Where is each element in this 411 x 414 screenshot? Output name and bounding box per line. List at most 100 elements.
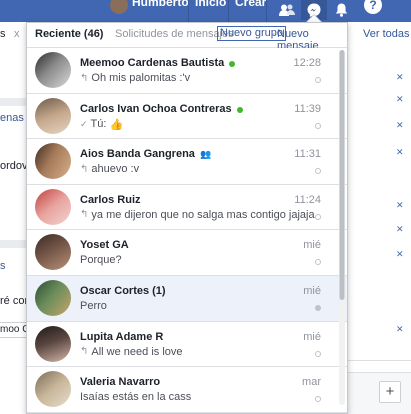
new-chat-button[interactable]: +: [379, 381, 401, 403]
contact-name: Valeria Navarro: [80, 376, 161, 389]
close-icon[interactable]: ✕: [396, 224, 404, 235]
mark-read-icon[interactable]: [315, 168, 321, 175]
message-time: mié: [303, 330, 321, 343]
message-time: 11:39: [294, 102, 321, 115]
nav-divider: [266, 0, 267, 22]
tab-message-requests[interactable]: Solicitudes de mensajes: [115, 28, 234, 40]
dropdown-caret-inner: [307, 15, 321, 22]
see-all-link[interactable]: Ver todas: [363, 28, 409, 40]
reply-arrow-icon: ↰: [80, 209, 89, 221]
message-time: mar: [302, 376, 321, 389]
contact-name: Carlos Ruiz: [80, 193, 141, 206]
mark-read-icon[interactable]: [315, 304, 321, 311]
close-icon[interactable]: ✕: [396, 249, 404, 260]
contact-name: Carlos Ivan Ochoa Contreras: [80, 102, 232, 115]
avatar: [35, 279, 71, 316]
reply-arrow-icon: ↰: [80, 72, 89, 84]
conversation-row[interactable]: Yoset GA Porque? mié: [27, 230, 347, 276]
conversation-row[interactable]: Oscar Cortes (1) Perro mié: [27, 275, 347, 322]
online-status-icon: [229, 61, 235, 67]
reply-arrow-icon: ↰: [80, 163, 89, 175]
mark-read-icon[interactable]: [315, 213, 321, 220]
snippet-text: Perro: [80, 299, 107, 312]
snippet-text: ya me dijeron que no salga mas contigo j…: [91, 208, 315, 221]
close-icon[interactable]: ✕: [396, 147, 404, 158]
message-snippet: ✓ Tú: 👍: [80, 118, 123, 131]
message-snippet: Perro: [80, 300, 107, 312]
message-time: mié: [303, 239, 321, 252]
help-icon[interactable]: ?: [364, 0, 382, 14]
snippet-text: All we need is love: [91, 345, 183, 358]
left-fragment: s: [0, 28, 6, 40]
mark-read-icon[interactable]: [315, 77, 321, 83]
left-column: s x enas ordova s ré con moo Ca: [0, 22, 34, 414]
close-icon[interactable]: ✕: [396, 72, 404, 83]
divider: [0, 240, 28, 248]
left-fragment[interactable]: enas: [0, 112, 24, 124]
snippet-text: ahuevo :v: [91, 163, 140, 176]
conversation-row[interactable]: Aios Banda Gangrena 👥 ↰ ahuevo :v 11:31: [27, 139, 347, 185]
nav-home[interactable]: Inicio: [195, 0, 226, 9]
message-snippet: ↰ ya me dijeron que no salga mas contigo …: [80, 209, 315, 221]
profile-link[interactable]: [110, 0, 128, 14]
contact-name: Aios Banda Gangrena: [80, 148, 195, 161]
left-fragment[interactable]: s: [0, 260, 6, 272]
tab-recent[interactable]: Reciente (46): [35, 28, 103, 40]
close-icon[interactable]: x: [14, 28, 20, 40]
message-time: 12:28: [293, 57, 321, 69]
messages-dropdown: Reciente (46) Solicitudes de mensajes Nu…: [26, 22, 348, 414]
avatar: [35, 97, 71, 134]
friends-icon[interactable]: [274, 0, 300, 20]
mark-read-icon[interactable]: [315, 259, 321, 266]
comment-input[interactable]: moo Ca: [0, 322, 28, 338]
nav-create[interactable]: Crear: [235, 0, 266, 9]
contact-name: Oscar Cortes (1): [80, 284, 166, 297]
profile-avatar: [110, 0, 128, 14]
conversation-row[interactable]: Lupita Adame R ↰ All we need is love mié: [27, 321, 347, 368]
close-icon[interactable]: ✕: [396, 200, 404, 211]
online-status-icon: [237, 106, 243, 113]
dropdown-header: Reciente (46) Solicitudes de mensajes Nu…: [27, 23, 347, 52]
contact-name: Meemoo Cardenas Bautista: [80, 57, 225, 69]
message-time: 11:24: [294, 193, 321, 206]
message-time: 11:31: [294, 148, 321, 161]
snippet-text: Porque?: [80, 254, 122, 267]
snippet-text: Tú:: [90, 118, 107, 131]
contact-name: Lupita Adame R: [80, 330, 164, 343]
profile-name[interactable]: Humberto: [132, 0, 189, 9]
divider: [348, 360, 411, 361]
message-snippet: Isaías estás en la cass: [80, 391, 191, 403]
snippet-text: Isaías estás en la cass: [80, 391, 192, 404]
mark-read-icon[interactable]: [315, 396, 321, 403]
contact-name: Yoset GA: [80, 239, 129, 252]
right-column: Ver todas ✕ ✕ ✕ ✕ ✕ ✕ ✕ ✕ +: [348, 22, 411, 414]
conversation-row[interactable]: Carlos Ruiz ↰ ya me dijeron que no salga m…: [27, 184, 347, 231]
snippet-text: Oh mis palomitas :'v: [91, 72, 191, 84]
nav-divider: [228, 0, 229, 22]
top-navbar: Humberto Inicio Crear ?: [0, 0, 411, 22]
avatar: [35, 188, 71, 225]
avatar: [35, 143, 71, 180]
close-icon[interactable]: ✕: [396, 120, 404, 131]
message-snippet: ↰ ahuevo :v: [80, 163, 139, 175]
divider: [0, 98, 28, 106]
group-icon: 👥: [200, 149, 212, 160]
message-time: mié: [303, 284, 321, 297]
conversation-list: Meemoo Cardenas Bautista ↰ Oh mis palomita…: [27, 48, 347, 413]
mark-read-icon[interactable]: [315, 122, 321, 129]
conversation-row[interactable]: Carlos Ivan Ochoa Contreras ✓ Tú: 👍 11:39: [27, 93, 347, 140]
avatar: [35, 234, 71, 271]
avatar: [35, 371, 71, 408]
avatar: [35, 52, 71, 88]
mark-read-icon[interactable]: [315, 350, 321, 357]
message-snippet: Porque?: [80, 254, 122, 266]
close-icon[interactable]: ✕: [396, 94, 404, 105]
reply-arrow-icon: ↰: [80, 346, 89, 358]
header-separator: ·: [272, 28, 276, 40]
close-icon[interactable]: ✕: [396, 324, 404, 335]
conversation-row[interactable]: Valeria Navarro Isaías estás en la cass ma…: [27, 367, 347, 413]
conversation-row[interactable]: Meemoo Cardenas Bautista ↰ Oh mis palomita…: [27, 48, 347, 94]
scrollbar[interactable]: [339, 50, 345, 405]
chat-bar: +: [348, 372, 411, 414]
bell-icon[interactable]: [328, 0, 354, 20]
